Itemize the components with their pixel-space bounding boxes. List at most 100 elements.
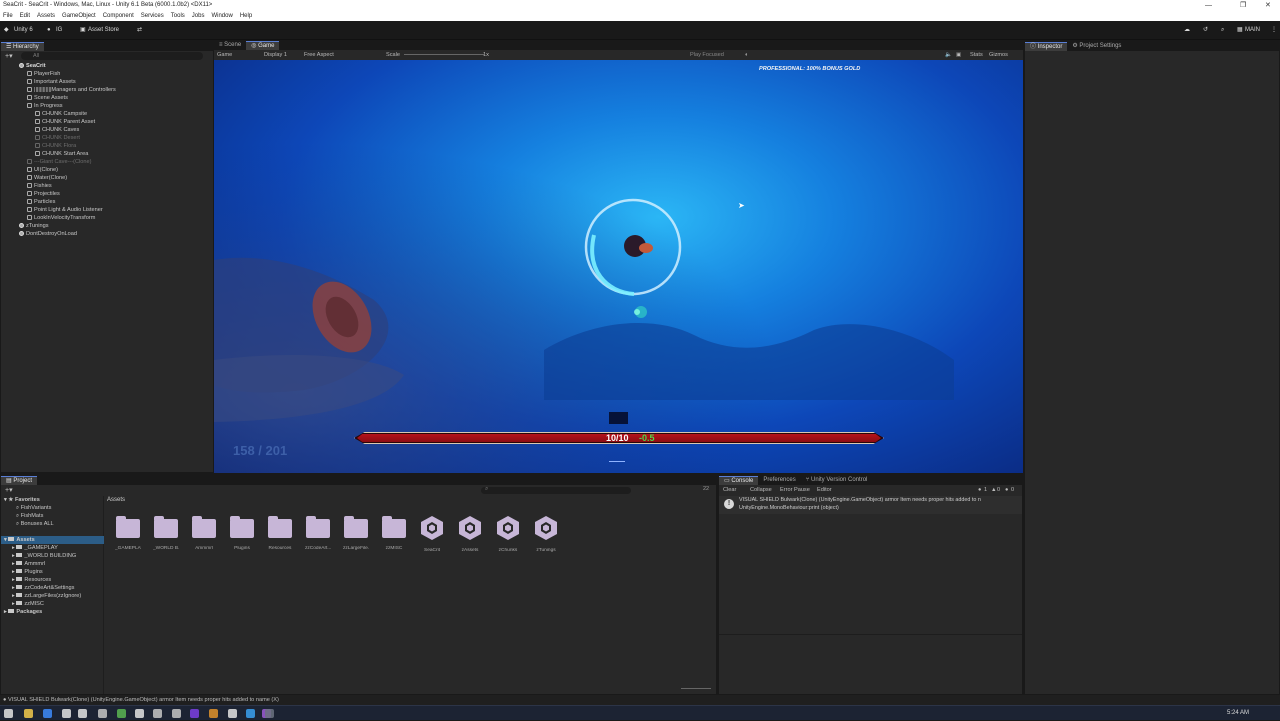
info-count-icon[interactable]: ●	[1005, 485, 1008, 495]
breadcrumb[interactable]: Assets	[107, 497, 125, 503]
game-mode-dropdown[interactable]: Game	[217, 50, 232, 60]
menu-help[interactable]: Help	[240, 11, 252, 21]
menu-window[interactable]: Window	[211, 11, 232, 21]
warning-count-icon[interactable]: ▲	[991, 485, 997, 495]
clock[interactable]: 5:24 AM	[1227, 706, 1249, 721]
app-icon[interactable]	[153, 709, 162, 718]
project-tree-folder[interactable]: ▸ zzMISC	[4, 600, 44, 608]
account-icon[interactable]: ●	[47, 21, 51, 40]
history-icon[interactable]: ↺	[1203, 21, 1208, 40]
hierarchy-item[interactable]: Particles	[1, 198, 213, 206]
hierarchy-item[interactable]: CHUNK Parent Asset	[1, 118, 213, 126]
minimize-button[interactable]: —	[1205, 0, 1212, 11]
app-icon[interactable]	[135, 709, 144, 718]
hierarchy-item[interactable]: LookInVelocityTransform	[1, 214, 213, 222]
hierarchy-item[interactable]: Water(Clone)	[1, 174, 213, 182]
menu-component[interactable]: Component	[103, 11, 134, 21]
hierarchy-item[interactable]: ||||||||||||Managers and Controllers	[1, 86, 213, 94]
vscode-icon[interactable]	[246, 709, 255, 718]
edge-icon[interactable]	[43, 709, 52, 718]
notes-icon[interactable]	[228, 709, 237, 718]
error-pause-button[interactable]: Error Pause	[780, 485, 810, 495]
obs-icon[interactable]	[190, 709, 199, 718]
hierarchy-item[interactable]: PlayerFish	[1, 70, 213, 78]
asset-folder[interactable]: _GAMEPLAY	[115, 516, 141, 551]
asset-folder[interactable]: Ammmrl	[191, 516, 217, 551]
menu-file[interactable]: File	[3, 11, 13, 21]
project-tree-folder[interactable]: ▸ _WORLD BUILDING	[4, 552, 76, 560]
app-icon[interactable]	[172, 709, 181, 718]
camera-icon[interactable]: ▣	[956, 50, 961, 60]
asset-scene[interactable]: zAssets	[457, 516, 483, 553]
project-tree-folder[interactable]: ▸ Plugins	[4, 568, 43, 576]
terminal-icon[interactable]	[117, 709, 126, 718]
hierarchy-item[interactable]: Important Assets	[1, 78, 213, 86]
project-tree-folder[interactable]: ▸ Resources	[4, 576, 51, 584]
version-control-icon[interactable]: ⇄	[137, 21, 142, 40]
project-tree-folder[interactable]: ▸ zzCodeArt&Settings	[4, 584, 74, 592]
hierarchy-item[interactable]: ---Giant Cave---(Clone)	[1, 158, 213, 166]
asset-folder[interactable]: Plugins	[229, 516, 255, 551]
blender-icon[interactable]	[209, 709, 218, 718]
hierarchy-item[interactable]: CHUNK Campsite	[1, 110, 213, 118]
add-icon[interactable]: +▾	[5, 52, 13, 60]
hierarchy-item[interactable]: UI(Clone)	[1, 166, 213, 174]
menu-assets[interactable]: Assets	[37, 11, 55, 21]
unity-version-button[interactable]: Unity 6	[14, 21, 33, 40]
console-entry[interactable]: ! VISUAL SHIELD Bulwark(Clone) (UnityEng…	[719, 496, 1022, 514]
tab-version-control[interactable]: ⑂ Unity Version Control	[801, 476, 873, 485]
favorite-item[interactable]: ⌕ FishVariants	[4, 504, 51, 512]
mute-audio-icon[interactable]: ◐	[745, 50, 748, 60]
scale-slider[interactable]	[404, 54, 484, 55]
project-search-input[interactable]: ⌕	[481, 486, 631, 494]
assets-root[interactable]: ▾ Assets	[1, 536, 104, 544]
layout-dropdown[interactable]: MAIN	[1245, 21, 1260, 40]
create-icon[interactable]: +▾	[5, 486, 13, 494]
hierarchy-item[interactable]: Scene Assets	[1, 94, 213, 102]
settings-icon[interactable]	[62, 709, 71, 718]
project-tree-folder[interactable]: ▸ Ammmrl	[4, 560, 45, 568]
menu-tools[interactable]: Tools	[171, 11, 185, 21]
favorite-item[interactable]: ⌕ Bonuses ALL	[4, 520, 54, 528]
hierarchy-item[interactable]: Point Light & Audio Listener	[1, 206, 213, 214]
packages-root[interactable]: ▸ Packages	[4, 608, 42, 616]
gizmos-dropdown[interactable]: Gizmos	[989, 50, 1008, 60]
asset-folder[interactable]: _WORLD B...	[153, 516, 179, 551]
asset-store-button[interactable]: Asset Store	[88, 21, 119, 40]
collapse-button[interactable]: Collapse	[750, 485, 772, 495]
start-icon[interactable]	[4, 709, 13, 718]
editor-dropdown[interactable]: Editor	[817, 485, 832, 495]
close-button[interactable]: ✕	[1265, 0, 1271, 11]
hierarchy-item[interactable]: CHUNK Start Area	[1, 150, 213, 158]
search-icon[interactable]: ⌕	[1221, 21, 1224, 40]
x-icon[interactable]	[98, 709, 107, 718]
tab-preferences[interactable]: Preferences	[758, 476, 800, 485]
hierarchy-item[interactable]: DontDestroyOnLoad	[1, 230, 213, 238]
tab-inspector[interactable]: ⓘ Inspector	[1025, 42, 1068, 51]
asset-scene[interactable]: SeaCrit	[419, 516, 445, 553]
hierarchy-item[interactable]: CHUNK Caves	[1, 126, 213, 134]
tab-console[interactable]: ▭ Console	[719, 476, 759, 485]
account-button[interactable]: IG	[56, 21, 62, 40]
stats-button[interactable]: Stats	[970, 50, 983, 60]
tab-project[interactable]: ▤ Project	[1, 476, 38, 485]
menu-edit[interactable]: Edit	[20, 11, 30, 21]
hierarchy-item[interactable]: CHUNK Flora	[1, 142, 213, 150]
project-tree-folder[interactable]: ▸ zzLargeFiles(zzIgnore)	[4, 592, 81, 600]
audio-icon[interactable]: 🔈	[945, 50, 952, 60]
clear-button[interactable]: Clear	[723, 485, 736, 495]
error-count-icon[interactable]: ●	[978, 485, 981, 495]
hierarchy-search-input[interactable]: All	[21, 52, 203, 60]
favorite-item[interactable]: ⌕ FishMats	[4, 512, 43, 520]
hierarchy-item[interactable]: In Progress	[1, 102, 213, 110]
cloud-icon[interactable]: ☁	[1184, 21, 1190, 40]
file-explorer-icon[interactable]	[24, 709, 33, 718]
asset-scene[interactable]: zChunks	[495, 516, 521, 553]
menu-services[interactable]: Services	[141, 11, 164, 21]
asset-folder[interactable]: zzMISC	[381, 516, 407, 551]
more-icon[interactable]: ⋮	[1271, 21, 1277, 40]
play-focused-dropdown[interactable]: Play Focused	[690, 50, 724, 60]
game-view[interactable]: PROFESSIONAL: 100% BONUS GOLD 158 / 201 …	[214, 60, 1023, 473]
maximize-button[interactable]: ❐	[1240, 0, 1246, 11]
hierarchy-item[interactable]: Fishies	[1, 182, 213, 190]
